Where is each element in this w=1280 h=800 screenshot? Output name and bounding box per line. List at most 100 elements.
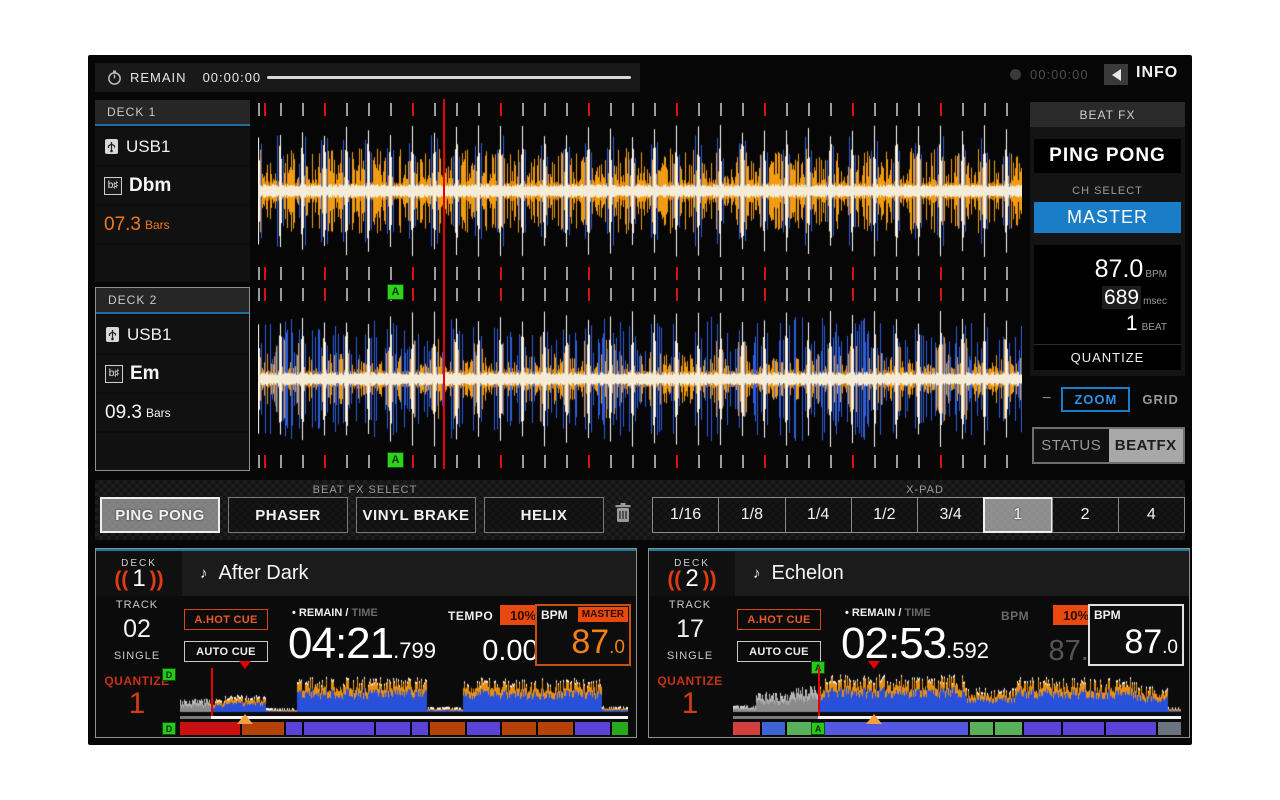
beatfx-tab[interactable]: BEATFX xyxy=(1109,429,1184,462)
fx-button-ping-pong[interactable]: PING PONG xyxy=(100,497,220,533)
deck2-phrase-a-marker: A xyxy=(811,722,825,735)
deck1-time-main: 04:21 xyxy=(288,619,393,668)
fx-msec-unit: msec xyxy=(1143,296,1167,307)
trash-icon[interactable] xyxy=(613,502,633,524)
deck2-overview-waveform[interactable] xyxy=(733,668,1181,714)
xpad-cell-1-8[interactable]: 1/8 xyxy=(718,497,785,533)
deck1-empty-row xyxy=(95,245,250,282)
deck2-bars-row: 09.3 Bars xyxy=(96,394,249,431)
usb-icon xyxy=(105,326,120,343)
deck1-source-row[interactable]: USB1 xyxy=(95,128,250,165)
deck1-phrase-marker: D xyxy=(162,722,176,735)
status-tab[interactable]: STATUS xyxy=(1034,429,1109,462)
info-back-button[interactable] xyxy=(1104,64,1128,85)
deck1-bpm-value: 87 xyxy=(571,623,609,661)
deck1-time-mode[interactable]: • REMAIN / xyxy=(292,607,348,619)
fx-button-vinyl-brake[interactable]: VINYL BRAKE xyxy=(356,497,476,533)
deck2-source-row[interactable]: USB1 xyxy=(96,316,249,353)
recording-time: 00:00:00 xyxy=(1030,67,1089,82)
deck1-quantize-value: 1 xyxy=(96,687,178,721)
deck2-bpm-box: BPM 87.0 xyxy=(1088,604,1184,666)
deck2-quantize-value: 1 xyxy=(649,687,731,721)
track-label: TRACK xyxy=(96,599,178,611)
zoom-minus[interactable]: − xyxy=(1042,390,1051,408)
deck2-time-mode-alt: TIME xyxy=(904,607,930,619)
left-triangle-icon xyxy=(1112,69,1121,81)
fx-button-helix[interactable]: HELIX xyxy=(484,497,604,533)
deck1-status-panel: DECK ((1)) ♪ After Dark TRACK 02 SINGLE … xyxy=(95,548,637,738)
grid-label[interactable]: GRID xyxy=(1142,392,1179,407)
remain-label: REMAIN xyxy=(130,70,187,85)
deck2-cue-a-marker[interactable]: A xyxy=(387,452,404,468)
phrase-segment xyxy=(1063,722,1104,735)
xpad-cell-1[interactable]: 1 xyxy=(983,497,1052,533)
onair-paren-right: )) xyxy=(150,568,164,591)
deck1-track-number: 02 xyxy=(96,615,178,644)
key-icon: b♯ xyxy=(104,177,122,195)
xpad-cell-3-4[interactable]: 3/4 xyxy=(917,497,984,533)
phrase-segment xyxy=(733,722,760,735)
waveform-playhead xyxy=(443,99,445,469)
deck2-time-mode[interactable]: • REMAIN / xyxy=(845,607,901,619)
music-note-icon: ♪ xyxy=(753,565,761,582)
deck2-beatgrid-top xyxy=(258,288,1022,301)
deck2-auto-cue-button[interactable]: AUTO CUE xyxy=(737,641,821,662)
deck1-auto-cue-button[interactable]: AUTO CUE xyxy=(184,641,268,662)
deck2-status-panel: DECK ((2)) ♪ Echelon TRACK 17 SINGLE A.H… xyxy=(648,548,1190,738)
deck1-time-mode-alt: TIME xyxy=(351,607,377,619)
phrase-segment xyxy=(575,722,610,735)
deck2-hot-cue-button[interactable]: A.HOT CUE xyxy=(737,609,821,630)
info-label[interactable]: INFO xyxy=(1136,64,1178,82)
key-icon: b♯ xyxy=(105,365,123,383)
beat-fx-title: BEAT FX xyxy=(1030,102,1185,127)
deck1-bars-row: 07.3 Bars xyxy=(95,206,250,243)
deck1-cue-triangle xyxy=(239,661,251,669)
music-note-icon: ♪ xyxy=(200,565,208,582)
channel-select-button[interactable]: MASTER xyxy=(1034,202,1181,233)
fx-bpm-unit: BPM xyxy=(1145,269,1167,280)
deck2-phrase-bar xyxy=(733,722,1181,735)
phrase-segment xyxy=(817,722,968,735)
xpad-cell-2[interactable]: 2 xyxy=(1052,497,1119,533)
deck1-bars: 07.3 xyxy=(104,214,141,236)
deck2-track-title: Echelon xyxy=(772,562,844,585)
deck1-key-row[interactable]: b♯ Dbm xyxy=(95,167,250,204)
deck1-overview-playhead xyxy=(211,668,213,717)
fx-button-phaser[interactable]: PHASER xyxy=(228,497,348,533)
deck1-id: DECK ((1)) xyxy=(96,551,182,596)
deck1-title-bar[interactable]: ♪ After Dark xyxy=(182,551,309,596)
fx-msec-value: 689 xyxy=(1102,286,1141,309)
deck1-tempo-label: TEMPO xyxy=(448,609,493,623)
xpad-cell-1-2[interactable]: 1/2 xyxy=(851,497,918,533)
beat-fx-select-buttons: PING PONGPHASERVINYL BRAKEHELIX xyxy=(100,497,604,533)
deck1-hot-cue-button[interactable]: A.HOT CUE xyxy=(184,609,268,630)
xpad-cell-1-16[interactable]: 1/16 xyxy=(652,497,719,533)
deck2-source: USB1 xyxy=(127,325,171,345)
deck1-beatgrid-top xyxy=(258,103,1022,116)
deck1-bpm-frac: .0 xyxy=(609,637,625,658)
fx-quantize-button[interactable]: QUANTIZE xyxy=(1034,344,1181,370)
zoom-button[interactable]: ZOOM xyxy=(1061,387,1130,412)
phrase-segment xyxy=(376,722,411,735)
deck2-key-row[interactable]: b♯ Em xyxy=(96,355,249,392)
onair-paren-right: )) xyxy=(703,568,717,591)
selected-effect: PING PONG xyxy=(1034,139,1181,173)
deck1-main-waveform[interactable] xyxy=(258,117,1022,265)
deck2-overview-playhead xyxy=(818,668,820,717)
deck1-info-panel: DECK 1 USB1 b♯ Dbm 07.3 Bars xyxy=(95,100,250,282)
deck2-title-bar[interactable]: ♪ Echelon xyxy=(735,551,844,596)
phrase-segment xyxy=(1024,722,1061,735)
deck2-beatgrid-bottom xyxy=(258,455,1022,468)
deck2-main-waveform[interactable] xyxy=(258,305,1022,453)
deck1-track-title: After Dark xyxy=(219,562,309,585)
phrase-segment xyxy=(612,722,628,735)
xpad-cell-4[interactable]: 4 xyxy=(1118,497,1185,533)
fx-values: 87.0BPM 689msec 1BEAT xyxy=(1034,245,1181,344)
deck1-bars-unit: Bars xyxy=(145,218,170,232)
deck2-bpm-dim-label: BPM xyxy=(1001,609,1029,623)
deck1-cue-a-marker[interactable]: A xyxy=(387,284,404,300)
deck1-overview-waveform[interactable] xyxy=(180,668,628,714)
ch-select-label: CH SELECT xyxy=(1034,185,1181,197)
xpad-cell-1-4[interactable]: 1/4 xyxy=(785,497,852,533)
deck1-master-badge: MASTER xyxy=(578,607,628,622)
